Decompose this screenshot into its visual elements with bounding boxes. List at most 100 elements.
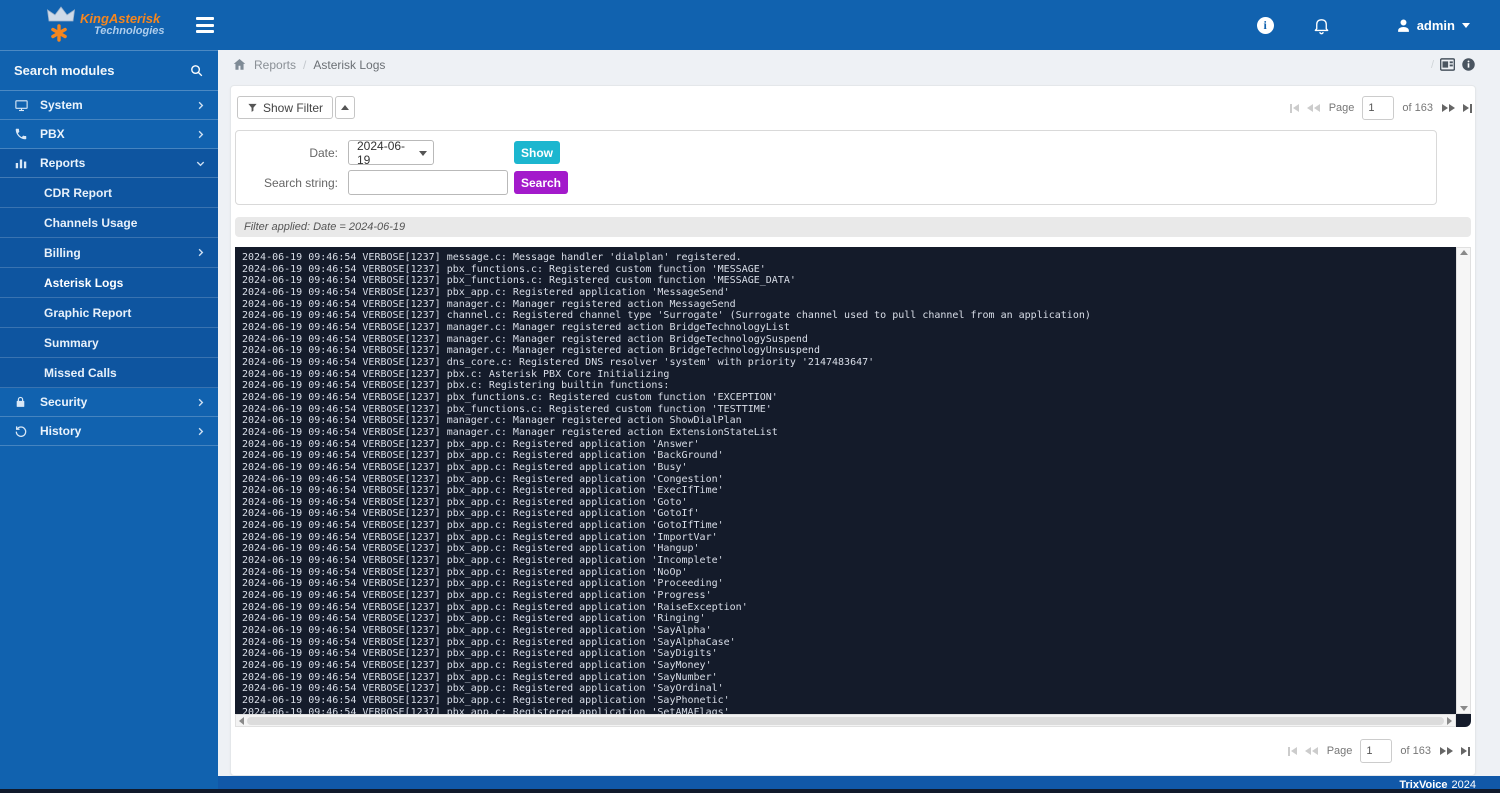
bar-chart-icon (14, 156, 30, 170)
pager-total-label: of 163 (1400, 745, 1431, 758)
brand-name: KingAsterisk Technologies (80, 12, 165, 37)
search-string-input[interactable] (348, 170, 508, 196)
chevron-down-icon (1462, 22, 1470, 28)
filter-applied-badge: Filter applied: Date = 2024-06-19 (235, 217, 1471, 238)
sidebar-item-label: PBX (40, 127, 65, 141)
chevron-right-icon (195, 426, 206, 437)
scroll-left-arrow[interactable] (239, 716, 244, 725)
pager-top: Page of 163 (1289, 96, 1473, 121)
hamburger-menu-icon[interactable] (196, 17, 218, 33)
submenu-item-label: Channels Usage (44, 215, 138, 230)
header-slash: / (1430, 58, 1434, 71)
brand-logo[interactable]: KingAsterisk Technologies (0, 0, 178, 50)
search-button[interactable]: Search (514, 171, 568, 195)
scroll-down-arrow[interactable] (1459, 706, 1468, 712)
breadcrumb-separator: / (303, 57, 307, 72)
filter-icon (248, 103, 257, 112)
scrollbar-corner (1456, 714, 1471, 728)
pager-last-button[interactable] (1462, 102, 1473, 115)
sidebar-item-billing[interactable]: Billing (0, 238, 218, 268)
sidebar-item-cdr-report[interactable]: CDR Report (0, 178, 218, 208)
search-string-label: Search string: (263, 175, 338, 190)
pager-total-label: of 163 (1402, 102, 1433, 115)
sidebar-item-summary[interactable]: Summary (0, 328, 218, 358)
page-number-input[interactable] (1362, 96, 1395, 121)
pager-prev-button[interactable] (1306, 102, 1321, 114)
desktop-icon (14, 98, 30, 113)
bottom-strip (0, 789, 1500, 793)
breadcrumb: Reports / Asterisk Logs / (218, 50, 1500, 79)
sidebar-search (0, 50, 218, 91)
pager-last-button[interactable] (1460, 745, 1471, 758)
pager-page-label: Page (1326, 745, 1353, 758)
submenu-item-label: Billing (44, 245, 81, 260)
submenu-item-label: Asterisk Logs (44, 275, 124, 290)
scroll-up-arrow[interactable] (1459, 250, 1468, 256)
pager-first-button[interactable] (1289, 102, 1300, 115)
toolbar: Show Filter Page of 163 (233, 94, 1473, 121)
log-output[interactable]: 2024-06-19 09:46:54 VERBOSE[1237] messag… (235, 247, 1456, 715)
submenu-item-label: Missed Calls (44, 365, 117, 380)
sidebar-item-system[interactable]: System (0, 91, 218, 120)
vertical-scrollbar[interactable] (1456, 247, 1471, 715)
sidebar-item-missed-calls[interactable]: Missed Calls (0, 358, 218, 388)
sidebar-item-label: History (40, 424, 82, 438)
content-card: Show Filter Page of 163 Date: 2024-0 (230, 85, 1476, 777)
asterisk-icon (50, 24, 68, 42)
username-label: admin (1416, 17, 1455, 33)
sidebar-item-label: System (40, 98, 83, 112)
chevron-right-icon (195, 100, 206, 111)
chevron-down-icon (419, 151, 427, 157)
phone-icon (14, 127, 30, 141)
search-icon[interactable] (189, 63, 204, 78)
sidebar-item-pbx[interactable]: PBX (0, 120, 218, 149)
pager-prev-button[interactable] (1304, 745, 1319, 757)
breadcrumb-current-page: Asterisk Logs (313, 57, 386, 72)
brand-line2: Technologies (94, 25, 165, 38)
info-icon[interactable] (1461, 57, 1476, 72)
main-content: Reports / Asterisk Logs / Show Filter Pa… (218, 50, 1500, 793)
search-modules-input[interactable] (14, 63, 189, 78)
horizontal-scrollbar[interactable] (235, 714, 1456, 728)
chevron-down-icon (195, 158, 206, 169)
submenu-item-label: Graphic Report (44, 305, 132, 320)
date-select-value: 2024-06-19 (357, 138, 406, 167)
date-select[interactable]: 2024-06-19 (348, 138, 434, 167)
pager-first-button[interactable] (1287, 745, 1298, 758)
breadcrumb-reports-link[interactable]: Reports (254, 58, 296, 72)
chevron-right-icon (195, 397, 206, 408)
top-navbar: KingAsterisk Technologies i admin (0, 0, 1500, 50)
caret-up-icon (341, 105, 350, 111)
brand-line1: KingAsterisk (80, 11, 161, 27)
sidebar-item-history[interactable]: History (0, 417, 218, 446)
show-filter-button[interactable]: Show Filter (237, 96, 334, 120)
home-icon[interactable] (232, 57, 247, 72)
filter-panel: Date: 2024-06-19 Show Search string: Sea… (235, 130, 1437, 206)
history-icon (14, 424, 30, 438)
show-button[interactable]: Show (514, 141, 560, 165)
sidebar-item-security[interactable]: Security (0, 388, 218, 417)
crown-icon (46, 6, 76, 24)
sidebar: System PBX Reports CDR Report Channels U… (0, 50, 218, 793)
bell-icon[interactable] (1312, 16, 1331, 35)
chevron-right-icon (195, 247, 206, 258)
pager-bottom: Page of 163 (1287, 739, 1471, 764)
sidebar-item-reports[interactable]: Reports (0, 149, 218, 178)
lock-icon (14, 395, 30, 409)
sidebar-item-graphic-report[interactable]: Graphic Report (0, 298, 218, 328)
info-icon[interactable]: i (1256, 16, 1274, 34)
show-filter-label: Show Filter (263, 100, 324, 115)
submenu-item-label: CDR Report (44, 185, 112, 200)
pager-next-button[interactable] (1441, 102, 1456, 114)
sidebar-item-channels-usage[interactable]: Channels Usage (0, 208, 218, 238)
sidebar-item-label: Security (40, 395, 88, 409)
horizontal-scroll-thumb[interactable] (247, 716, 1444, 725)
pager-next-button[interactable] (1439, 745, 1454, 757)
panel-icon[interactable] (1440, 58, 1455, 71)
log-area: 2024-06-19 09:46:54 VERBOSE[1237] messag… (235, 247, 1471, 728)
filter-collapse-button[interactable] (335, 96, 356, 120)
scroll-right-arrow[interactable] (1447, 716, 1452, 725)
sidebar-item-asterisk-logs[interactable]: Asterisk Logs (0, 268, 218, 298)
user-menu[interactable]: admin (1395, 17, 1470, 34)
page-number-input[interactable] (1360, 739, 1393, 764)
